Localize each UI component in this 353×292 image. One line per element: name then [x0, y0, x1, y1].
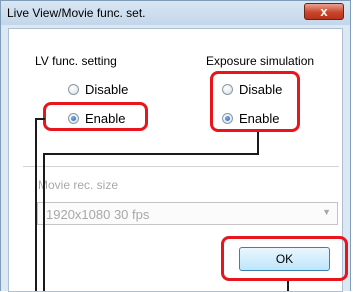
- separator: [23, 166, 339, 167]
- callout-line: [35, 118, 37, 291]
- callout-highlight-ok: [221, 236, 348, 281]
- exposure-sim-title: Exposure simulation: [206, 54, 315, 68]
- callout-line: [287, 281, 289, 291]
- radio-label: Disable: [85, 82, 129, 97]
- callout-highlight-lv-enable: [43, 102, 148, 131]
- movie-size-select[interactable]: 1920x1080 30 fps ▼: [37, 202, 338, 225]
- close-icon: x: [320, 4, 328, 19]
- callout-line: [257, 132, 259, 155]
- lv-func-title: LV func. setting: [35, 54, 117, 68]
- close-button[interactable]: x: [304, 3, 344, 20]
- callout-line: [43, 153, 259, 155]
- radio-icon: [68, 84, 79, 95]
- window-title: Live View/Movie func. set.: [7, 6, 146, 20]
- callout-line: [43, 153, 45, 291]
- movie-size-label: Movie rec. size: [38, 178, 119, 192]
- chevron-down-icon: ▼: [322, 207, 331, 217]
- callout-highlight-exposure: [210, 71, 300, 132]
- title-bar[interactable]: Live View/Movie func. set. x: [1, 1, 350, 25]
- movie-size-value: 1920x1080 30 fps: [46, 207, 150, 222]
